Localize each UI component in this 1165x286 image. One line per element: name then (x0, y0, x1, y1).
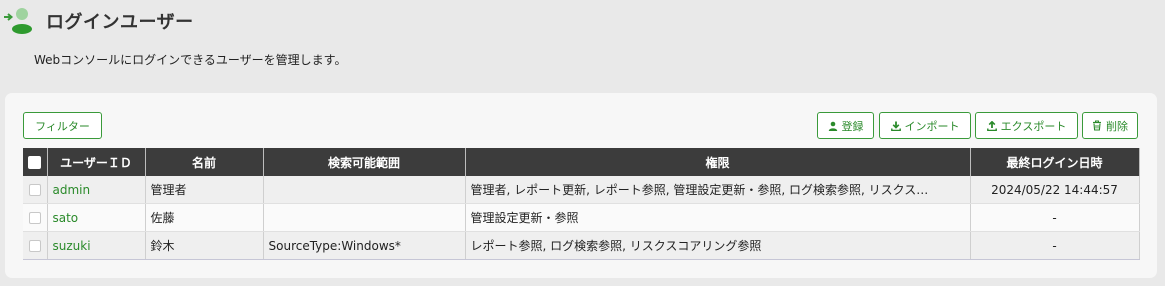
column-header-name[interactable]: 名前 (145, 148, 264, 176)
last-login-cell: 2024/05/22 14:44:57 (970, 176, 1140, 204)
search-scope-cell: SourceType:Windows* (263, 231, 466, 260)
column-header-permissions[interactable]: 権限 (465, 148, 971, 176)
table-header-row: ユーザーＩＤ 名前 検索可能範囲 権限 最終ログイン日時 (23, 148, 1140, 176)
permissions-cell: 管理設定更新・参照 (465, 203, 971, 232)
table-row[interactable]: suzuki 鈴木 SourceType:Windows* レポート参照, ログ… (23, 231, 1140, 260)
last-login-cell: - (970, 231, 1140, 260)
permissions-cell: 管理者, レポート更新, レポート参照, 管理設定更新・参照, ログ検索参照, … (465, 176, 971, 204)
column-header-user-id[interactable]: ユーザーＩＤ (47, 148, 146, 176)
user-list-card: フィルター 登録 インポート エクスポート 削除 ユーザーＩＤ 名前 検索可能範… (5, 93, 1157, 278)
delete-button-label: 削除 (1106, 119, 1128, 133)
import-button-label: インポート (904, 119, 960, 133)
register-button-label: 登録 (841, 119, 864, 133)
page-title: ログインユーザー (46, 12, 194, 33)
search-scope-cell (263, 176, 466, 204)
user-login-icon (3, 6, 35, 34)
name-cell: 佐藤 (145, 203, 264, 232)
row-checkbox[interactable] (23, 176, 48, 204)
user-table: ユーザーＩＤ 名前 検索可能範囲 権限 最終ログイン日時 admin 管理者 管… (23, 148, 1140, 260)
user-id-cell[interactable]: suzuki (47, 231, 146, 260)
page-header: ログインユーザー (0, 0, 1165, 40)
user-icon (828, 121, 838, 131)
table-row[interactable]: admin 管理者 管理者, レポート更新, レポート参照, 管理設定更新・参照… (23, 176, 1140, 204)
last-login-cell: - (970, 203, 1140, 232)
select-all-checkbox[interactable] (23, 148, 48, 176)
column-header-search-scope[interactable]: 検索可能範囲 (263, 148, 466, 176)
register-button[interactable]: 登録 (817, 112, 874, 139)
permissions-cell: レポート参照, ログ検索参照, リスクスコアリング参照 (465, 231, 971, 260)
name-cell: 管理者 (145, 176, 264, 204)
page-description: Webコンソールにログインできるユーザーを管理します。 (34, 53, 347, 67)
search-scope-cell (263, 203, 466, 232)
delete-button[interactable]: 削除 (1082, 112, 1138, 139)
download-icon (890, 121, 901, 131)
import-button[interactable]: インポート (879, 112, 971, 139)
row-checkbox[interactable] (23, 203, 48, 232)
export-button-label: エクスポート (1000, 119, 1067, 133)
row-checkbox[interactable] (23, 231, 48, 260)
table-row[interactable]: sato 佐藤 管理設定更新・参照 - (23, 203, 1140, 232)
column-header-last-login[interactable]: 最終ログイン日時 (970, 148, 1140, 176)
filter-button-label: フィルター (35, 119, 90, 133)
upload-icon (986, 120, 997, 131)
user-id-cell[interactable]: admin (47, 176, 146, 204)
trash-icon (1092, 120, 1102, 131)
name-cell: 鈴木 (145, 231, 264, 260)
filter-button[interactable]: フィルター (23, 112, 102, 139)
user-id-cell[interactable]: sato (47, 203, 146, 232)
export-button[interactable]: エクスポート (975, 112, 1078, 139)
